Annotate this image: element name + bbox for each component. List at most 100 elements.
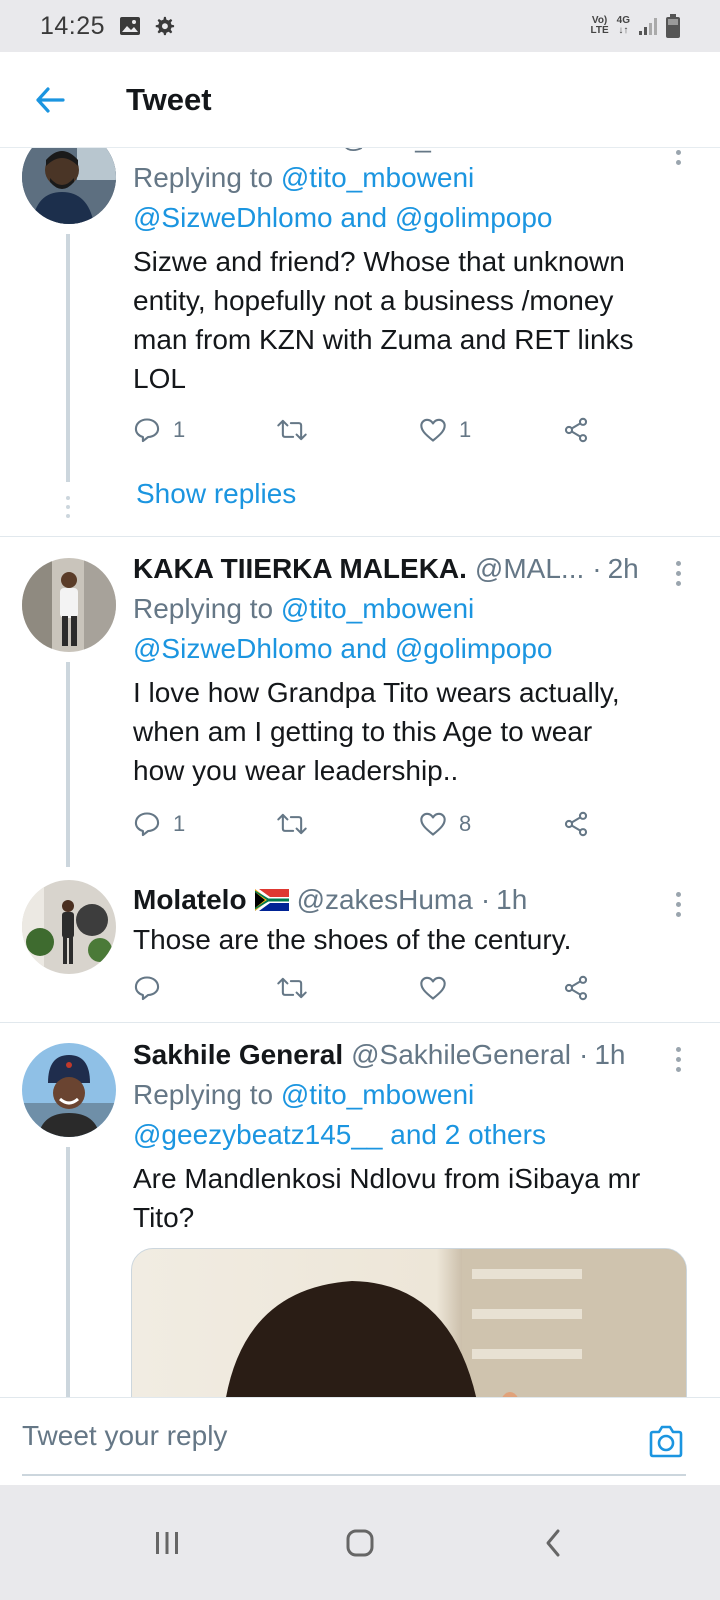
retweet-button[interactable] bbox=[276, 810, 419, 838]
avatar-photo bbox=[22, 1043, 116, 1137]
thread-line bbox=[66, 1147, 70, 1428]
user-handle[interactable]: @SakhileGeneral bbox=[351, 1035, 571, 1075]
mention-link[interactable]: @SizweDhlomo and @golimpopo bbox=[133, 198, 703, 238]
tweet-text: Those are the shoes of the century. bbox=[133, 924, 572, 955]
reply-button[interactable] bbox=[133, 974, 276, 1002]
avatar[interactable] bbox=[22, 880, 116, 974]
show-replies-link[interactable]: Show replies bbox=[136, 478, 296, 510]
user-handle[interactable]: @zakesHuma bbox=[297, 880, 473, 920]
avatar[interactable] bbox=[22, 1043, 116, 1137]
reply-icon bbox=[134, 418, 160, 443]
display-name[interactable]: Molatelo bbox=[133, 880, 247, 920]
tweet-1[interactable]: Matsane Phora @Mat_Phora · 1h Replying t… bbox=[0, 148, 720, 538]
share-button[interactable] bbox=[562, 416, 590, 444]
avatar[interactable] bbox=[22, 148, 116, 224]
back-button[interactable] bbox=[20, 70, 80, 130]
replying-to: Replying to @tito_mboweni bbox=[133, 1079, 475, 1110]
like-button[interactable]: 8 bbox=[419, 811, 562, 837]
like-icon bbox=[420, 812, 446, 836]
avatar[interactable] bbox=[22, 558, 116, 652]
tweet-time: 1h bbox=[529, 148, 560, 158]
display-name[interactable]: Matsane Phora bbox=[133, 148, 332, 158]
tweet-time: 1h bbox=[496, 884, 528, 915]
back-nav-icon bbox=[546, 1529, 560, 1556]
status-bar: 14:25 Vo) LTE 4G ↓↑ bbox=[0, 0, 720, 52]
tweet-actions: 1 1 bbox=[133, 410, 603, 450]
retweet-button[interactable] bbox=[276, 416, 419, 444]
tweet-text: I love how Grandpa Tito wears actually, … bbox=[133, 677, 620, 786]
like-icon bbox=[420, 976, 446, 1000]
gear-icon bbox=[155, 16, 175, 36]
user-handle[interactable]: @MAL... bbox=[475, 549, 584, 589]
share-icon bbox=[564, 417, 588, 443]
camera-button[interactable] bbox=[646, 1422, 686, 1462]
tweet-time: 1h bbox=[594, 1039, 626, 1070]
user-handle[interactable]: @Mat_Phora bbox=[340, 148, 505, 158]
tweet-text: Sizwe and friend? Whose that unknown ent… bbox=[133, 246, 634, 394]
retweet-icon bbox=[277, 419, 307, 441]
battery-icon bbox=[666, 14, 680, 38]
retweet-icon bbox=[277, 813, 307, 835]
mention-link[interactable]: @geezybeatz145__ and 2 others bbox=[133, 1115, 703, 1155]
like-icon bbox=[420, 418, 446, 442]
mention-link[interactable]: @tito_mboweni bbox=[281, 1079, 474, 1110]
camera-icon bbox=[649, 1425, 683, 1458]
mention-link[interactable]: @tito_mboweni bbox=[281, 162, 474, 193]
retweet-icon bbox=[277, 977, 307, 999]
status-time: 14:25 bbox=[40, 11, 106, 40]
thread-line bbox=[66, 234, 70, 482]
tweet-header: Sakhile General @SakhileGeneral · 1h bbox=[133, 1035, 703, 1075]
reply-input-underline bbox=[22, 1474, 686, 1476]
recent-apps-button[interactable] bbox=[137, 1513, 197, 1573]
more-icon[interactable] bbox=[674, 148, 682, 165]
reply-icon bbox=[134, 812, 160, 837]
like-button[interactable] bbox=[419, 975, 562, 1001]
back-arrow-icon bbox=[36, 86, 65, 113]
thread-line bbox=[66, 662, 70, 867]
system-nav-bar bbox=[0, 1485, 720, 1600]
share-button[interactable] bbox=[562, 810, 590, 838]
image-icon bbox=[120, 17, 141, 35]
reply-composer: Tweet your reply bbox=[0, 1397, 720, 1485]
mention-link[interactable]: @tito_mboweni bbox=[281, 593, 474, 624]
tweet-header: Matsane Phora @Mat_Phora · 1h bbox=[133, 148, 703, 158]
avatar-photo bbox=[22, 148, 116, 224]
display-name[interactable]: KAKA TIIERKA MALEKA. bbox=[133, 549, 467, 589]
app-header: Tweet bbox=[0, 52, 720, 148]
tweet-actions: 1 8 bbox=[133, 804, 603, 844]
thread-dots bbox=[66, 496, 70, 518]
back-nav-button[interactable] bbox=[523, 1513, 583, 1573]
retweet-button[interactable] bbox=[276, 974, 419, 1002]
recent-apps-icon bbox=[155, 1531, 178, 1554]
reply-count: 1 bbox=[173, 811, 186, 836]
south-africa-flag-icon bbox=[254, 889, 289, 911]
replying-to: Replying to @tito_mboweni bbox=[133, 593, 475, 624]
page-title: Tweet bbox=[126, 81, 212, 117]
share-button[interactable] bbox=[562, 974, 590, 1002]
home-icon bbox=[346, 1529, 374, 1556]
network-indicator: 4G ↓↑ bbox=[616, 15, 630, 36]
more-icon[interactable] bbox=[674, 892, 682, 917]
display-name[interactable]: Sakhile General bbox=[133, 1035, 343, 1075]
reply-button[interactable]: 1 bbox=[133, 810, 276, 838]
home-button[interactable] bbox=[330, 1513, 390, 1573]
share-icon bbox=[564, 975, 588, 1001]
tweet-header: Molatelo @zakesHuma · 1h bbox=[133, 880, 703, 920]
tweet-actions bbox=[133, 968, 603, 1008]
like-button[interactable]: 1 bbox=[419, 417, 562, 443]
tweet-header: KAKA TIIERKA MALEKA. @MAL... · 2h bbox=[133, 549, 703, 589]
share-icon bbox=[564, 811, 588, 837]
more-icon[interactable] bbox=[674, 561, 682, 586]
replying-to: Replying to @tito_mboweni bbox=[133, 162, 475, 193]
mention-link[interactable]: @SizweDhlomo and @golimpopo bbox=[133, 629, 703, 669]
more-icon[interactable] bbox=[674, 1047, 682, 1072]
reply-icon bbox=[134, 976, 160, 1001]
reply-feed[interactable]: Matsane Phora @Mat_Phora · 1h Replying t… bbox=[0, 148, 720, 1428]
tweet-time: 2h bbox=[607, 553, 639, 584]
tweet-4[interactable]: Sakhile General @SakhileGeneral · 1h Rep… bbox=[0, 1023, 720, 1428]
reply-button[interactable]: 1 bbox=[133, 416, 276, 444]
tweet-2[interactable]: KAKA TIIERKA MALEKA. @MAL... · 2h Replyi… bbox=[0, 537, 720, 867]
volte-indicator: Vo) LTE bbox=[590, 15, 609, 36]
tweet-3[interactable]: Molatelo @zakesHuma · 1h Those are the s… bbox=[0, 868, 720, 1022]
reply-input[interactable]: Tweet your reply bbox=[22, 1420, 227, 1452]
